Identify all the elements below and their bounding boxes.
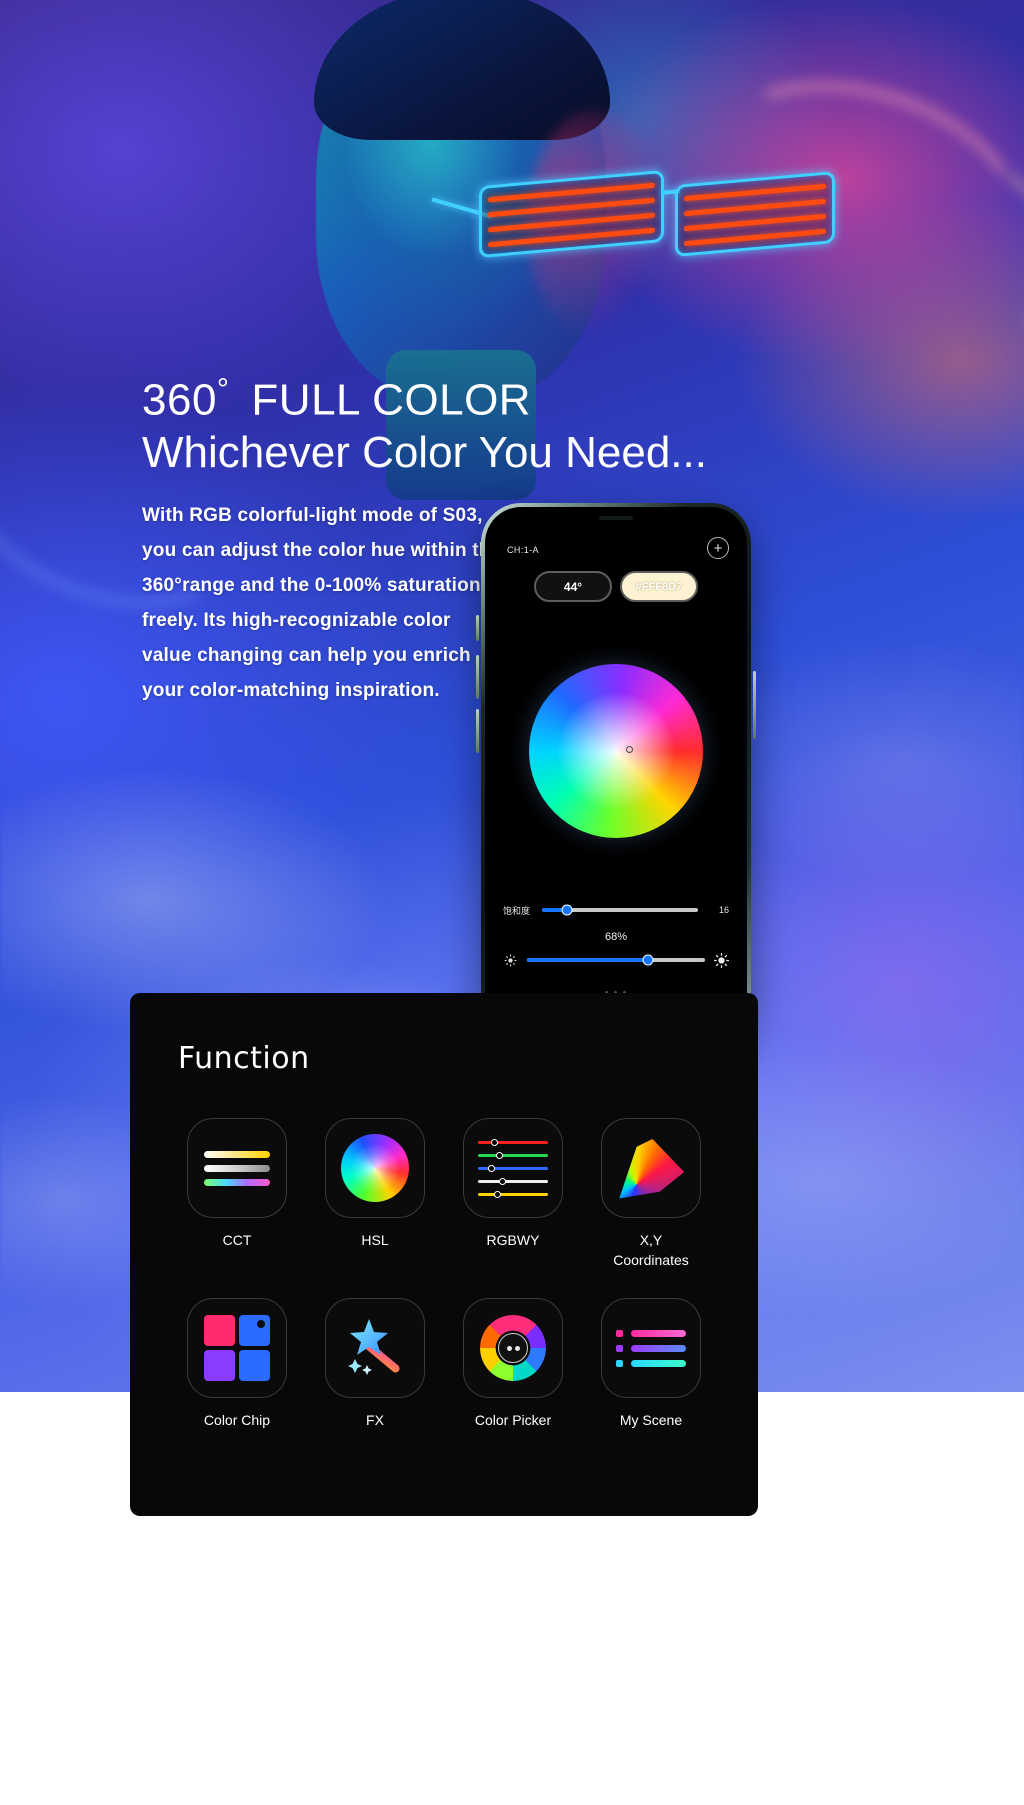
color-wheel-cursor[interactable] bbox=[626, 746, 633, 753]
scene-list-icon bbox=[616, 1329, 686, 1367]
glasses-lens-right bbox=[675, 171, 835, 257]
function-item-fx[interactable]: FX bbox=[306, 1298, 444, 1431]
color-picker-tile[interactable] bbox=[463, 1298, 563, 1399]
channel-label: CH:1-A bbox=[507, 545, 539, 555]
function-panel-title: Function bbox=[178, 1041, 310, 1076]
earpiece-speaker bbox=[599, 516, 633, 520]
phone-screen: CH:1-A + 44° #FFF8D7 饱和度 16 68% bbox=[485, 507, 747, 1032]
function-item-color-picker[interactable]: Color Picker bbox=[444, 1298, 582, 1431]
headline-primary: 360° FULL COLOR bbox=[142, 374, 762, 424]
phone-volume-up-button bbox=[476, 655, 479, 699]
phone-volume-down-button bbox=[476, 709, 479, 753]
phone-power-button bbox=[753, 671, 756, 739]
hero-body-copy: With RGB colorful-light mode of S03, you… bbox=[142, 498, 502, 708]
hero-body-paragraph: With RGB colorful-light mode of S03, you… bbox=[142, 505, 502, 701]
xy-gamut-icon bbox=[615, 1135, 687, 1201]
hue-color-wheel[interactable] bbox=[529, 664, 703, 838]
phone-mockup: CH:1-A + 44° #FFF8D7 饱和度 16 68% bbox=[476, 503, 756, 1036]
brightness-high-icon bbox=[714, 952, 729, 968]
fx-tile[interactable] bbox=[325, 1298, 425, 1399]
phone-silent-switch bbox=[476, 615, 479, 641]
magic-wand-icon bbox=[339, 1315, 411, 1381]
function-label-rgbwy: RGBWY bbox=[486, 1232, 540, 1248]
function-label-cct: CCT bbox=[222, 1232, 252, 1248]
my-scene-tile[interactable] bbox=[601, 1298, 701, 1399]
brightness-slider-row bbox=[503, 949, 729, 971]
saturation-slider-knob[interactable] bbox=[561, 904, 573, 916]
function-label-my-scene: My Scene bbox=[619, 1412, 683, 1429]
rgbwy-sliders-icon bbox=[478, 1138, 548, 1198]
headline-full-color: FULL COLOR bbox=[251, 375, 532, 425]
function-item-rgbwy[interactable]: RGBWY bbox=[444, 1118, 582, 1270]
saturation-slider[interactable] bbox=[542, 904, 698, 916]
function-item-cct[interactable]: CCT bbox=[168, 1118, 306, 1270]
function-grid: CCT HSL RGBWY X,Y Coordinates Color Chip… bbox=[168, 1118, 720, 1431]
function-label-xy-coordinates: X,Y Coordinates bbox=[613, 1232, 689, 1268]
glasses-lens-left bbox=[479, 169, 664, 259]
brightness-low-icon bbox=[503, 954, 518, 967]
color-chip-row: 44° #FFF8D7 bbox=[534, 571, 698, 602]
rgbwy-tile[interactable] bbox=[463, 1118, 563, 1218]
brightness-value: 68% bbox=[604, 931, 628, 943]
saturation-slider-row: 饱和度 16 bbox=[503, 899, 729, 921]
slider-controls: 饱和度 16 68% bbox=[485, 899, 747, 971]
color-chip-tile[interactable] bbox=[187, 1298, 287, 1399]
color-picker-icon bbox=[480, 1315, 546, 1382]
brightness-slider[interactable] bbox=[527, 954, 705, 966]
hsl-tile[interactable] bbox=[325, 1118, 425, 1218]
hsl-color-wheel-icon bbox=[341, 1134, 409, 1202]
function-item-xy-coordinates[interactable]: X,Y Coordinates bbox=[582, 1118, 720, 1270]
brightness-slider-knob[interactable] bbox=[642, 954, 654, 966]
cct-tile[interactable] bbox=[187, 1118, 287, 1218]
led-shutter-glasses bbox=[431, 168, 835, 273]
headline-block: 360° FULL COLOR Whichever Color You Need.… bbox=[142, 374, 762, 478]
hex-value-chip[interactable]: #FFF8D7 bbox=[620, 571, 698, 602]
headline-secondary: Whichever Color You Need... bbox=[142, 427, 707, 477]
phone-notch bbox=[560, 507, 672, 529]
function-label-fx: FX bbox=[366, 1412, 384, 1429]
degree-symbol: ° bbox=[216, 373, 230, 406]
hue-value-chip[interactable]: 44° bbox=[534, 571, 612, 602]
model-hair bbox=[314, 0, 610, 140]
function-label-hsl: HSL bbox=[361, 1232, 389, 1248]
saturation-label: 饱和度 bbox=[503, 905, 531, 916]
add-button[interactable]: + bbox=[707, 537, 729, 559]
function-item-my-scene[interactable]: My Scene bbox=[582, 1298, 720, 1431]
function-item-color-chip[interactable]: Color Chip bbox=[168, 1298, 306, 1431]
function-label-color-chip: Color Chip bbox=[203, 1412, 271, 1429]
saturation-value: 16 bbox=[718, 905, 729, 915]
color-chip-icon bbox=[204, 1315, 270, 1382]
cct-icon bbox=[204, 1150, 270, 1186]
function-panel: Function CCT HSL RGBWY X,Y Coordinates C… bbox=[130, 993, 758, 1516]
xy-coordinates-tile[interactable] bbox=[601, 1118, 701, 1218]
function-item-hsl[interactable]: HSL bbox=[306, 1118, 444, 1270]
function-label-color-picker: Color Picker bbox=[474, 1412, 552, 1429]
headline-360: 360 bbox=[142, 375, 217, 425]
